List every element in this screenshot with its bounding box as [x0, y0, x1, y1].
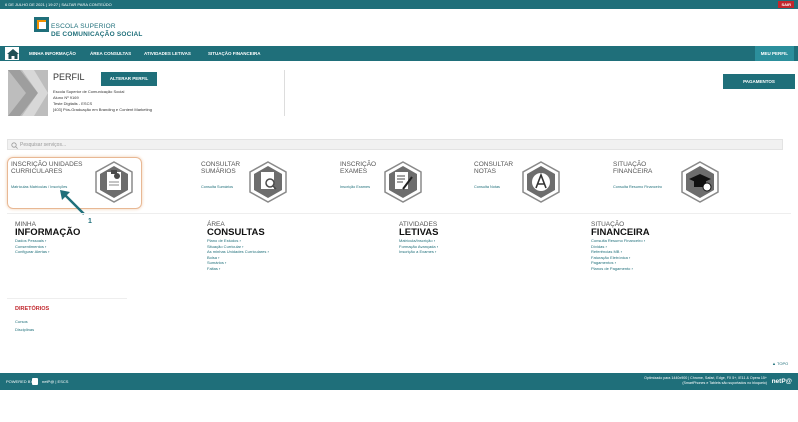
tile-title-line1: CONSULTAR — [474, 161, 514, 168]
search-field[interactable]: Pesquisar serviços... — [7, 139, 783, 150]
tile-title: CONSULTAR NOTAS — [474, 161, 513, 175]
chevron-right-icon — [8, 70, 48, 116]
grade-a-icon — [522, 161, 560, 203]
main-nav: MINHA INFORMAÇÃO ÁREA CONSULTAS ATIVIDAD… — [0, 46, 798, 61]
home-button[interactable] — [4, 46, 20, 61]
tile-title-line2: CURRICULARES — [11, 168, 63, 175]
section-title-line2: CONSULTAS — [207, 227, 265, 238]
profile-divider — [284, 70, 285, 116]
profile-student-number: Aluno Nº 9169 — [53, 95, 79, 100]
annotation-number: 1 — [88, 218, 92, 225]
school-logo-mark-icon — [34, 17, 49, 32]
school-name-line2: DE COMUNICAÇÃO SOCIAL — [51, 31, 143, 38]
top-bar-text: 6 DE JULHO DE 2021 | 19:27 | SALTAR PARA… — [5, 2, 112, 7]
tile-title: CONSULTAR SUMÁRIOS — [201, 161, 240, 175]
tile-title-line1: INSCRIÇÃO UNIDADES — [11, 161, 83, 168]
netpa-logo[interactable]: netP@ — [772, 378, 792, 385]
tile-title-line1: INSCRIÇÃO — [340, 161, 377, 168]
skip-to-content-link[interactable]: SALTAR PARA CONTEÚDO — [61, 2, 111, 7]
section-divider — [7, 213, 791, 214]
tile-link[interactable]: Consulta Resumo Financeiro — [613, 185, 662, 189]
section-link[interactable]: Inscrição a Exames — [399, 249, 438, 255]
directories-divider — [7, 298, 127, 299]
clipboard-check-icon — [95, 161, 133, 203]
footer: POWERED BY netP@ | ESCS Optimizado para … — [0, 373, 798, 390]
browser-support-line2: (SmartPhones e Tablets são suportados no… — [682, 381, 767, 385]
tile-inscricao-exames[interactable]: INSCRIÇÃO EXAMES Inscrição Exames — [340, 158, 470, 210]
school-logo[interactable]: ESCOLA SUPERIOR DE COMUNICAÇÃO SOCIAL — [34, 17, 154, 41]
section-link[interactable]: Matrícula/Inscrição — [399, 238, 438, 244]
graduation-money-icon — [681, 161, 719, 203]
digitalis-logo-icon — [32, 378, 38, 385]
caret-up-icon: ▲ — [772, 361, 776, 366]
nav-item-minha-informacao[interactable]: MINHA INFORMAÇÃO — [29, 46, 76, 61]
tile-title: INSCRIÇÃO EXAMES — [340, 161, 376, 175]
profile-student-name: Teste Digitalis - ESCS — [53, 101, 93, 106]
tile-link[interactable]: Inscrição Exames — [340, 185, 370, 189]
top-bar: 6 DE JULHO DE 2021 | 19:27 | SALTAR PARA… — [0, 0, 798, 9]
exam-edit-icon — [384, 161, 422, 203]
profile-course: [403] Pós-Graduação em Branding e Conten… — [53, 107, 152, 112]
tile-title-line2: FINANCEIRA — [613, 168, 653, 175]
section-title-line2: FINANCEIRA — [591, 227, 650, 238]
home-icon — [7, 49, 19, 59]
directories-section: DIRETÓRIOS Cursos Disciplinas — [15, 306, 49, 334]
powered-by-label: POWERED BY — [6, 379, 34, 384]
section-title-line2: INFORMAÇÃO — [15, 227, 81, 238]
section-atividades-letivas: ATIVIDADES LETIVAS Matrícula/Inscrição F… — [399, 221, 439, 255]
tile-consultar-sumarios[interactable]: CONSULTAR SUMÁRIOS Consulta Sumários — [201, 158, 331, 210]
partner-label: netP@ | ESCS — [42, 379, 69, 384]
document-search-icon — [249, 161, 287, 203]
logout-button[interactable]: SAIR — [778, 1, 794, 8]
profile-avatar — [8, 70, 48, 116]
tile-title: SITUAÇÃO FINANCEIRA — [613, 161, 652, 175]
section-link[interactable]: Consulta Resumo Financeiro — [591, 238, 650, 244]
payments-button[interactable]: PAGAMENTOS — [723, 74, 795, 89]
section-link[interactable]: Faltas — [207, 266, 269, 272]
profile-title: PERFIL — [53, 72, 85, 82]
tile-link[interactable]: Consulta Notas — [474, 185, 500, 189]
change-profile-button[interactable]: ALTERAR PERFIL — [101, 72, 157, 86]
directories-title: DIRETÓRIOS — [15, 306, 50, 312]
tile-title-line2: NOTAS — [474, 168, 496, 175]
nav-item-situacao-financeira[interactable]: SITUAÇÃO FINANCEIRA — [208, 46, 261, 61]
school-name-line1: ESCOLA SUPERIOR — [51, 23, 116, 30]
date-text: 6 DE JULHO DE 2021 | 19:27 — [5, 2, 59, 7]
tile-consultar-notas[interactable]: CONSULTAR NOTAS Consulta Notas — [474, 158, 604, 210]
tile-title: INSCRIÇÃO UNIDADES CURRICULARES — [11, 161, 83, 175]
section-link[interactable]: As minhas Unidades Curriculares — [207, 249, 269, 255]
search-icon — [11, 142, 18, 149]
directory-link-disciplinas[interactable]: Disciplinas — [15, 326, 49, 334]
section-link[interactable]: Planos de Pagamento — [591, 266, 650, 272]
profile-school: Escola Superior de Comunicação Social — [53, 89, 125, 94]
back-to-top-link[interactable]: ▲ TOPO — [772, 361, 788, 366]
nav-item-meu-perfil[interactable]: MEU PERFIL — [754, 46, 794, 61]
section-area-consultas: ÁREA CONSULTAS Plano de Estudos Situação… — [207, 221, 269, 272]
directory-link-cursos[interactable]: Cursos — [15, 318, 49, 326]
tile-title-line1: CONSULTAR — [201, 161, 241, 168]
nav-item-area-consultas[interactable]: ÁREA CONSULTAS — [90, 46, 131, 61]
tile-title-line1: SITUAÇÃO — [613, 161, 647, 168]
tile-title-line2: SUMÁRIOS — [201, 168, 236, 175]
browser-support-note: Optimizado para 1440x900 | Chrome, Safar… — [644, 376, 767, 386]
nav-item-atividades-letivas[interactable]: ATIVIDADES LETIVAS — [144, 46, 191, 61]
section-situacao-financeira: SITUAÇÃO FINANCEIRA Consulta Resumo Fina… — [591, 221, 650, 272]
tile-situacao-financeira[interactable]: SITUAÇÃO FINANCEIRA Consulta Resumo Finan… — [613, 158, 743, 210]
back-to-top-label: TOPO — [777, 361, 789, 366]
search-input[interactable]: Pesquisar serviços... — [20, 142, 66, 148]
tile-title-line2: EXAMES — [340, 168, 368, 175]
section-title-line2: LETIVAS — [399, 227, 439, 238]
tile-link[interactable]: Consulta Sumários — [201, 185, 233, 189]
section-minha-informacao: MINHA INFORMAÇÃO Dados Pessoais Consenti… — [15, 221, 81, 255]
section-link[interactable]: Configurar Alertas — [15, 249, 80, 255]
